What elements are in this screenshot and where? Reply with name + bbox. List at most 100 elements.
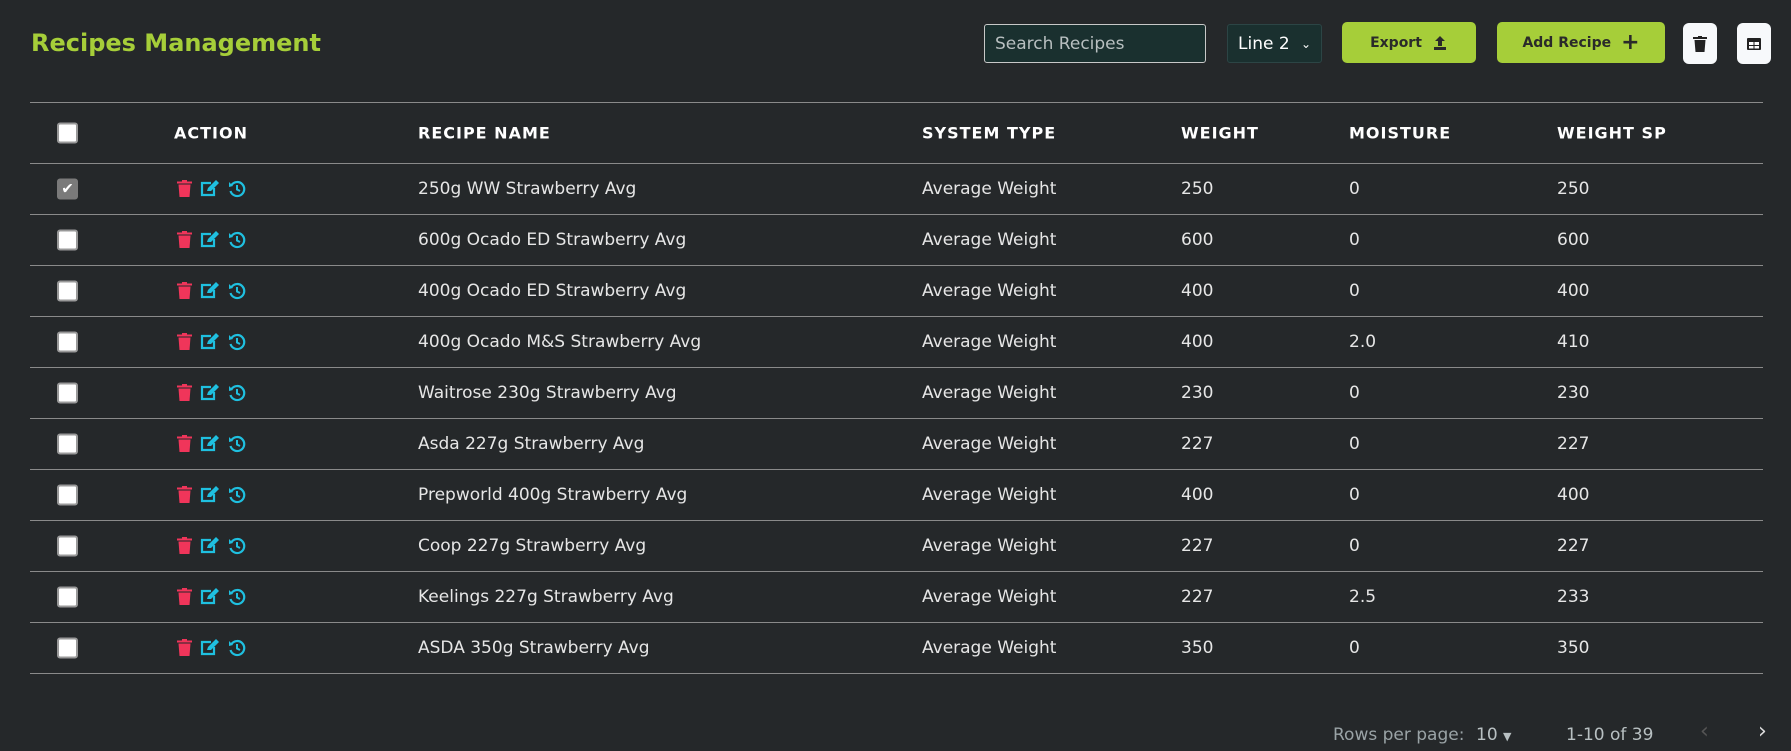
page-title: Recipes Management <box>31 29 321 57</box>
line-select[interactable]: Line 2 ⌄ <box>1227 24 1322 63</box>
delete-icon[interactable] <box>177 588 192 605</box>
history-icon[interactable] <box>228 333 246 351</box>
edit-icon[interactable] <box>200 180 220 197</box>
moisture: 2.5 <box>1349 587 1377 607</box>
recipe-name: 400g Ocado M&S Strawberry Avg <box>418 332 702 352</box>
row-checkbox[interactable] <box>57 586 78 608</box>
chevron-down-icon: ⌄ <box>1300 36 1311 51</box>
recipe-name: ASDA 350g Strawberry Avg <box>418 638 650 658</box>
edit-icon[interactable] <box>200 435 220 452</box>
system-type: Average Weight <box>922 230 1057 250</box>
delete-icon[interactable] <box>177 537 192 554</box>
row-actions <box>177 435 246 453</box>
header-weight[interactable]: WEIGHT <box>1181 124 1259 143</box>
rows-per-page-label: Rows per page: <box>1333 725 1465 745</box>
rows-per-page-select[interactable]: 10 ▼ <box>1476 725 1512 745</box>
upload-icon <box>1433 35 1446 50</box>
edit-icon[interactable] <box>200 537 220 554</box>
delete-icon[interactable] <box>177 486 192 503</box>
table-row: Coop 227g Strawberry Avg Average Weight … <box>30 521 1763 572</box>
weight: 400 <box>1181 332 1214 352</box>
row-checkbox[interactable] <box>57 535 78 557</box>
weight-sp: 230 <box>1557 383 1590 403</box>
header-system-type[interactable]: SYSTEM TYPE <box>922 124 1056 143</box>
system-type: Average Weight <box>922 587 1057 607</box>
table-header: ACTION RECIPE NAME SYSTEM TYPE WEIGHT MO… <box>30 103 1763 164</box>
edit-icon[interactable] <box>200 282 220 299</box>
caret-down-icon: ▼ <box>1503 730 1512 743</box>
search-input[interactable] <box>984 24 1206 63</box>
row-actions <box>177 333 246 351</box>
edit-icon[interactable] <box>200 384 220 401</box>
system-type: Average Weight <box>922 281 1057 301</box>
weight: 230 <box>1181 383 1214 403</box>
edit-icon[interactable] <box>200 231 220 248</box>
history-icon[interactable] <box>228 537 246 555</box>
row-checkbox[interactable] <box>57 280 78 302</box>
select-all-checkbox[interactable] <box>57 122 78 144</box>
weight-sp: 600 <box>1557 230 1590 250</box>
edit-icon[interactable] <box>200 333 220 350</box>
row-actions <box>177 180 246 198</box>
line-select-value: Line 2 <box>1238 33 1290 54</box>
row-actions <box>177 537 246 555</box>
table-row: ASDA 350g Strawberry Avg Average Weight … <box>30 623 1763 674</box>
delete-icon[interactable] <box>177 282 192 299</box>
recipe-name: Asda 227g Strawberry Avg <box>418 434 645 454</box>
header-moisture[interactable]: MOISTURE <box>1349 124 1451 143</box>
weight: 227 <box>1181 587 1214 607</box>
history-icon[interactable] <box>228 384 246 402</box>
row-checkbox[interactable] <box>57 433 78 455</box>
history-icon[interactable] <box>228 486 246 504</box>
system-type: Average Weight <box>922 638 1057 658</box>
history-icon[interactable] <box>228 282 246 300</box>
row-actions <box>177 639 246 657</box>
edit-icon[interactable] <box>200 588 220 605</box>
add-recipe-button[interactable]: Add Recipe + <box>1497 22 1665 63</box>
edit-icon[interactable] <box>200 639 220 656</box>
columns-button[interactable] <box>1737 23 1771 64</box>
row-checkbox[interactable] <box>57 637 78 659</box>
next-page-icon[interactable]: › <box>1758 719 1767 744</box>
table-icon <box>1747 37 1761 50</box>
row-checkbox[interactable] <box>57 331 78 353</box>
table-row: Keelings 227g Strawberry Avg Average Wei… <box>30 572 1763 623</box>
export-button[interactable]: Export <box>1342 22 1476 63</box>
header-recipe-name[interactable]: RECIPE NAME <box>418 124 551 143</box>
history-icon[interactable] <box>228 231 246 249</box>
weight: 400 <box>1181 485 1214 505</box>
weight-sp: 227 <box>1557 434 1590 454</box>
row-checkbox[interactable] <box>57 382 78 404</box>
table-row: 400g Ocado ED Strawberry Avg Average Wei… <box>30 266 1763 317</box>
moisture: 0 <box>1349 638 1360 658</box>
row-checkbox[interactable]: ✔ <box>57 178 78 200</box>
weight: 600 <box>1181 230 1214 250</box>
table-row: Waitrose 230g Strawberry Avg Average Wei… <box>30 368 1763 419</box>
delete-icon[interactable] <box>177 231 192 248</box>
history-icon[interactable] <box>228 435 246 453</box>
table-row: 600g Ocado ED Strawberry Avg Average Wei… <box>30 215 1763 266</box>
delete-icon[interactable] <box>177 639 192 656</box>
recipe-name: 250g WW Strawberry Avg <box>418 179 637 199</box>
history-icon[interactable] <box>228 639 246 657</box>
prev-page-icon[interactable]: ‹ <box>1700 719 1709 744</box>
row-checkbox[interactable] <box>57 229 78 251</box>
delete-icon[interactable] <box>177 435 192 452</box>
history-icon[interactable] <box>228 588 246 606</box>
weight: 400 <box>1181 281 1214 301</box>
moisture: 0 <box>1349 383 1360 403</box>
row-checkbox[interactable] <box>57 484 78 506</box>
weight-sp: 350 <box>1557 638 1590 658</box>
delete-icon[interactable] <box>177 384 192 401</box>
moisture: 0 <box>1349 230 1360 250</box>
weight: 227 <box>1181 434 1214 454</box>
delete-icon[interactable] <box>177 333 192 350</box>
header-weight-sp[interactable]: WEIGHT SP <box>1557 124 1667 143</box>
edit-icon[interactable] <box>200 486 220 503</box>
delete-icon[interactable] <box>177 180 192 197</box>
bulk-delete-button[interactable] <box>1683 23 1717 64</box>
row-actions <box>177 588 246 606</box>
header-action[interactable]: ACTION <box>174 124 248 143</box>
system-type: Average Weight <box>922 179 1057 199</box>
history-icon[interactable] <box>228 180 246 198</box>
